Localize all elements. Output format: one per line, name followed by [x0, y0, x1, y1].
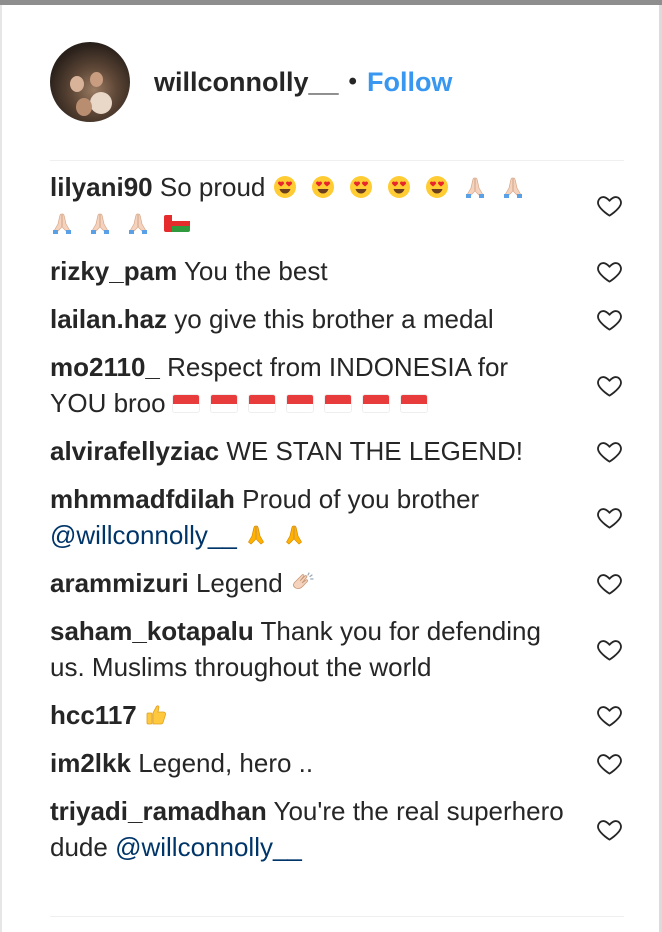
comment-body: mo2110_ Respect from INDONESIA for YOU b…: [50, 349, 570, 421]
indonesia-flag-emoji: [210, 395, 237, 412]
oman-flag-emoji: [164, 215, 190, 232]
comment-username[interactable]: alvirafellyziac: [50, 436, 219, 466]
comment-body: lailan.haz yo give this brother a medal: [50, 301, 570, 337]
comment-body: triyadi_ramadhan You're the real superhe…: [50, 793, 570, 865]
comment-text: So proud: [159, 172, 266, 202]
comment-text: Legend: [195, 568, 283, 598]
clapping-hands-emoji: [290, 571, 314, 595]
indonesia-flag-emoji: [400, 395, 427, 412]
comment-item: triyadi_ramadhan You're the real superhe…: [50, 793, 624, 865]
heart-eyes-emoji: [387, 175, 411, 199]
folded-hands-emoji: [88, 211, 112, 235]
heart-eyes-emoji: [273, 175, 297, 199]
post-owner-username[interactable]: willconnolly__: [154, 67, 339, 98]
comment-body: mhmmadfdilah Proud of you brother @willc…: [50, 481, 570, 553]
comment-item: im2lkk Legend, hero ..: [50, 745, 624, 781]
mention-link[interactable]: @willconnolly__: [50, 520, 237, 550]
comment-username[interactable]: im2lkk: [50, 748, 131, 778]
comment-body: saham_kotapalu Thank you for defending u…: [50, 613, 570, 685]
comment-body: alvirafellyziac WE STAN THE LEGEND!: [50, 433, 570, 469]
comment-item: mo2110_ Respect from INDONESIA for YOU b…: [50, 349, 624, 421]
comment-text: You the best: [183, 256, 328, 286]
comment-username[interactable]: mo2110_: [50, 352, 160, 382]
folded-hands-emoji: [126, 211, 150, 235]
comment-body: hcc117: [50, 697, 570, 733]
like-heart-icon[interactable]: [596, 702, 623, 729]
like-heart-icon[interactable]: [596, 636, 623, 663]
comment-username[interactable]: rizky_pam: [50, 256, 177, 286]
folded-hands-emoji: [463, 175, 487, 199]
comment-item: alvirafellyziac WE STAN THE LEGEND!: [50, 433, 624, 469]
like-heart-icon[interactable]: [596, 504, 623, 531]
like-heart-icon[interactable]: [596, 372, 623, 399]
comment-item: saham_kotapalu Thank you for defending u…: [50, 613, 624, 685]
comment-text: yo give this brother a medal: [174, 304, 494, 334]
comment-body: arammizuri Legend: [50, 565, 570, 601]
indonesia-flag-emoji: [248, 395, 275, 412]
comment-username[interactable]: mhmmadfdilah: [50, 484, 235, 514]
like-heart-icon[interactable]: [596, 750, 623, 777]
folded-hands-emoji: [282, 523, 306, 547]
comment-username[interactable]: triyadi_ramadhan: [50, 796, 267, 826]
folded-hands-emoji: [501, 175, 525, 199]
comment-body: rizky_pam You the best: [50, 253, 570, 289]
comment-text: Legend, hero ..: [138, 748, 314, 778]
comment-username[interactable]: arammizuri: [50, 568, 189, 598]
window-top-bar: [0, 0, 662, 5]
like-heart-icon[interactable]: [596, 570, 623, 597]
like-heart-icon[interactable]: [596, 438, 623, 465]
comment-item: mhmmadfdilah Proud of you brother @willc…: [50, 481, 624, 553]
comment-username[interactable]: saham_kotapalu: [50, 616, 254, 646]
comment-item: lailan.haz yo give this brother a medal: [50, 301, 624, 337]
comment-text: Proud of you brother: [242, 484, 480, 514]
comment-list: lilyani90 So proud rizky_pam You the bes…: [50, 169, 624, 877]
footer-divider: [50, 916, 624, 917]
comment-item: lilyani90 So proud: [50, 169, 624, 241]
indonesia-flag-emoji: [324, 395, 351, 412]
thumbs-up-emoji: [144, 703, 168, 727]
follow-button[interactable]: Follow: [367, 67, 452, 98]
separator-dot: •: [348, 68, 357, 95]
indonesia-flag-emoji: [362, 395, 389, 412]
heart-eyes-emoji: [311, 175, 335, 199]
indonesia-flag-emoji: [172, 395, 199, 412]
folded-hands-emoji: [244, 523, 268, 547]
comment-text: WE STAN THE LEGEND!: [226, 436, 523, 466]
comment-item: rizky_pam You the best: [50, 253, 624, 289]
mention-link[interactable]: @willconnolly__: [115, 832, 302, 862]
like-heart-icon[interactable]: [596, 816, 623, 843]
comment-username[interactable]: lailan.haz: [50, 304, 167, 334]
left-edge: [0, 5, 2, 932]
avatar[interactable]: [50, 42, 130, 122]
comment-username[interactable]: hcc117: [50, 700, 137, 730]
comment-body: im2lkk Legend, hero ..: [50, 745, 570, 781]
heart-eyes-emoji: [425, 175, 449, 199]
indonesia-flag-emoji: [286, 395, 313, 412]
comment-username[interactable]: lilyani90: [50, 172, 153, 202]
like-heart-icon[interactable]: [596, 258, 623, 285]
like-heart-icon[interactable]: [596, 192, 623, 219]
folded-hands-emoji: [50, 211, 74, 235]
heart-eyes-emoji: [349, 175, 373, 199]
comment-item: hcc117: [50, 697, 624, 733]
comment-body: lilyani90 So proud: [50, 169, 570, 241]
header-divider: [50, 160, 624, 161]
comment-item: arammizuri Legend: [50, 565, 624, 601]
post-header: willconnolly__ • Follow: [50, 42, 452, 122]
like-heart-icon[interactable]: [596, 306, 623, 333]
